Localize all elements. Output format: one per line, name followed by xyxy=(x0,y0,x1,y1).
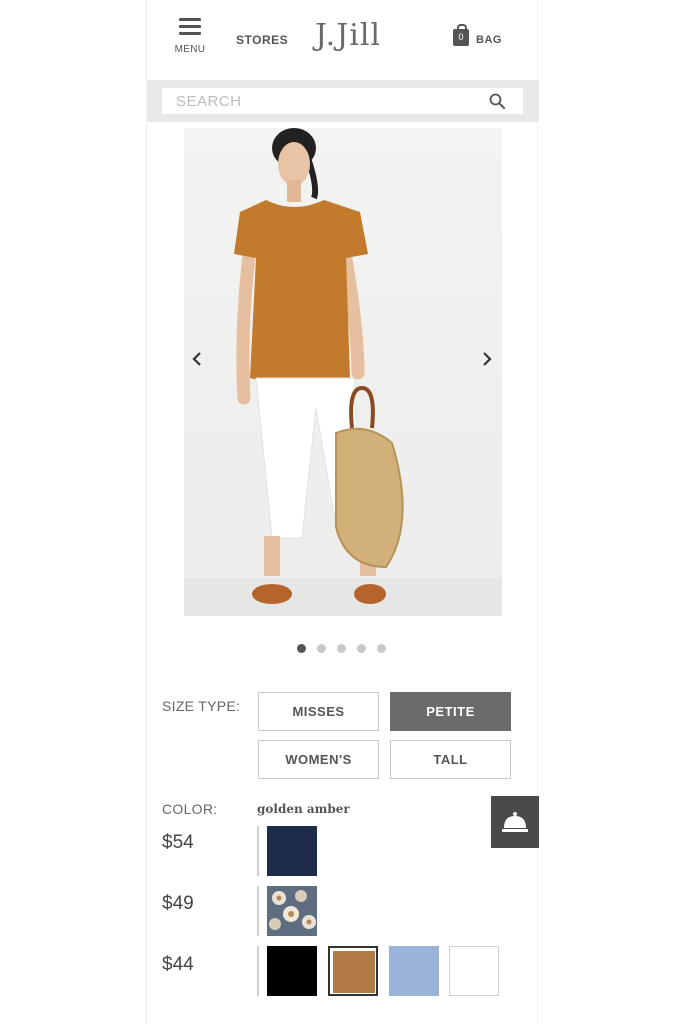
bag-label: BAG xyxy=(476,34,502,46)
product-image[interactable] xyxy=(184,128,502,616)
size-option-misses[interactable]: MISSES xyxy=(258,692,379,731)
color-swatch-light-blue[interactable] xyxy=(389,946,439,996)
divider xyxy=(257,886,259,936)
chevron-right-icon[interactable] xyxy=(480,348,494,370)
divider xyxy=(257,946,259,996)
color-swatch-navy[interactable] xyxy=(267,826,317,876)
chevron-left-icon[interactable] xyxy=(190,348,204,370)
swatch-fill xyxy=(389,946,439,996)
carousel-dot[interactable] xyxy=(377,644,386,653)
size-option-tall[interactable]: TALL xyxy=(390,740,511,779)
stores-link[interactable]: STORES xyxy=(236,33,288,47)
color-swatch-floral[interactable] xyxy=(267,886,317,936)
service-bell-icon xyxy=(502,812,528,832)
carousel-dot[interactable] xyxy=(297,644,306,653)
hamburger-icon xyxy=(179,18,201,36)
size-option-petite[interactable]: PETITE xyxy=(390,692,511,731)
price-tier: $44 xyxy=(162,954,194,975)
concierge-button[interactable] xyxy=(491,796,539,848)
price-tier: $49 xyxy=(162,893,194,914)
search-input[interactable] xyxy=(162,88,523,114)
model-illustration xyxy=(184,128,502,616)
color-swatch-white[interactable] xyxy=(449,946,499,996)
price-tier: $54 xyxy=(162,832,194,853)
shopping-bag-icon: 0 xyxy=(453,24,469,46)
swatch-fill xyxy=(267,826,317,876)
color-swatch-black[interactable] xyxy=(267,946,317,996)
menu-button[interactable]: MENU xyxy=(171,18,209,58)
menu-label: MENU xyxy=(174,44,206,55)
swatch-fill xyxy=(333,951,375,993)
color-swatch-golden-amber[interactable] xyxy=(328,946,378,996)
brand-logo[interactable]: J.Jill xyxy=(312,12,384,60)
carousel-dot[interactable] xyxy=(357,644,366,653)
swatch-fill xyxy=(267,946,317,996)
search-icon[interactable] xyxy=(489,93,505,109)
carousel-dot[interactable] xyxy=(337,644,346,653)
search-bar xyxy=(147,80,539,122)
site-header: MENU STORES J.Jill 0 BAG xyxy=(147,0,539,78)
carousel-dot[interactable] xyxy=(317,644,326,653)
bag-count: 0 xyxy=(458,32,464,42)
swatch-fill xyxy=(267,886,317,936)
selected-color-name: golden amber xyxy=(257,802,350,816)
swatch-fill xyxy=(449,946,499,996)
color-label: COLOR: xyxy=(162,801,218,817)
mobile-page: MENU STORES J.Jill 0 BAG SEARCH SIZE TYP… xyxy=(146,0,539,1024)
divider xyxy=(257,826,259,876)
size-option-womens[interactable]: WOMEN'S xyxy=(258,740,379,779)
size-type-label: SIZE TYPE: xyxy=(162,698,241,714)
